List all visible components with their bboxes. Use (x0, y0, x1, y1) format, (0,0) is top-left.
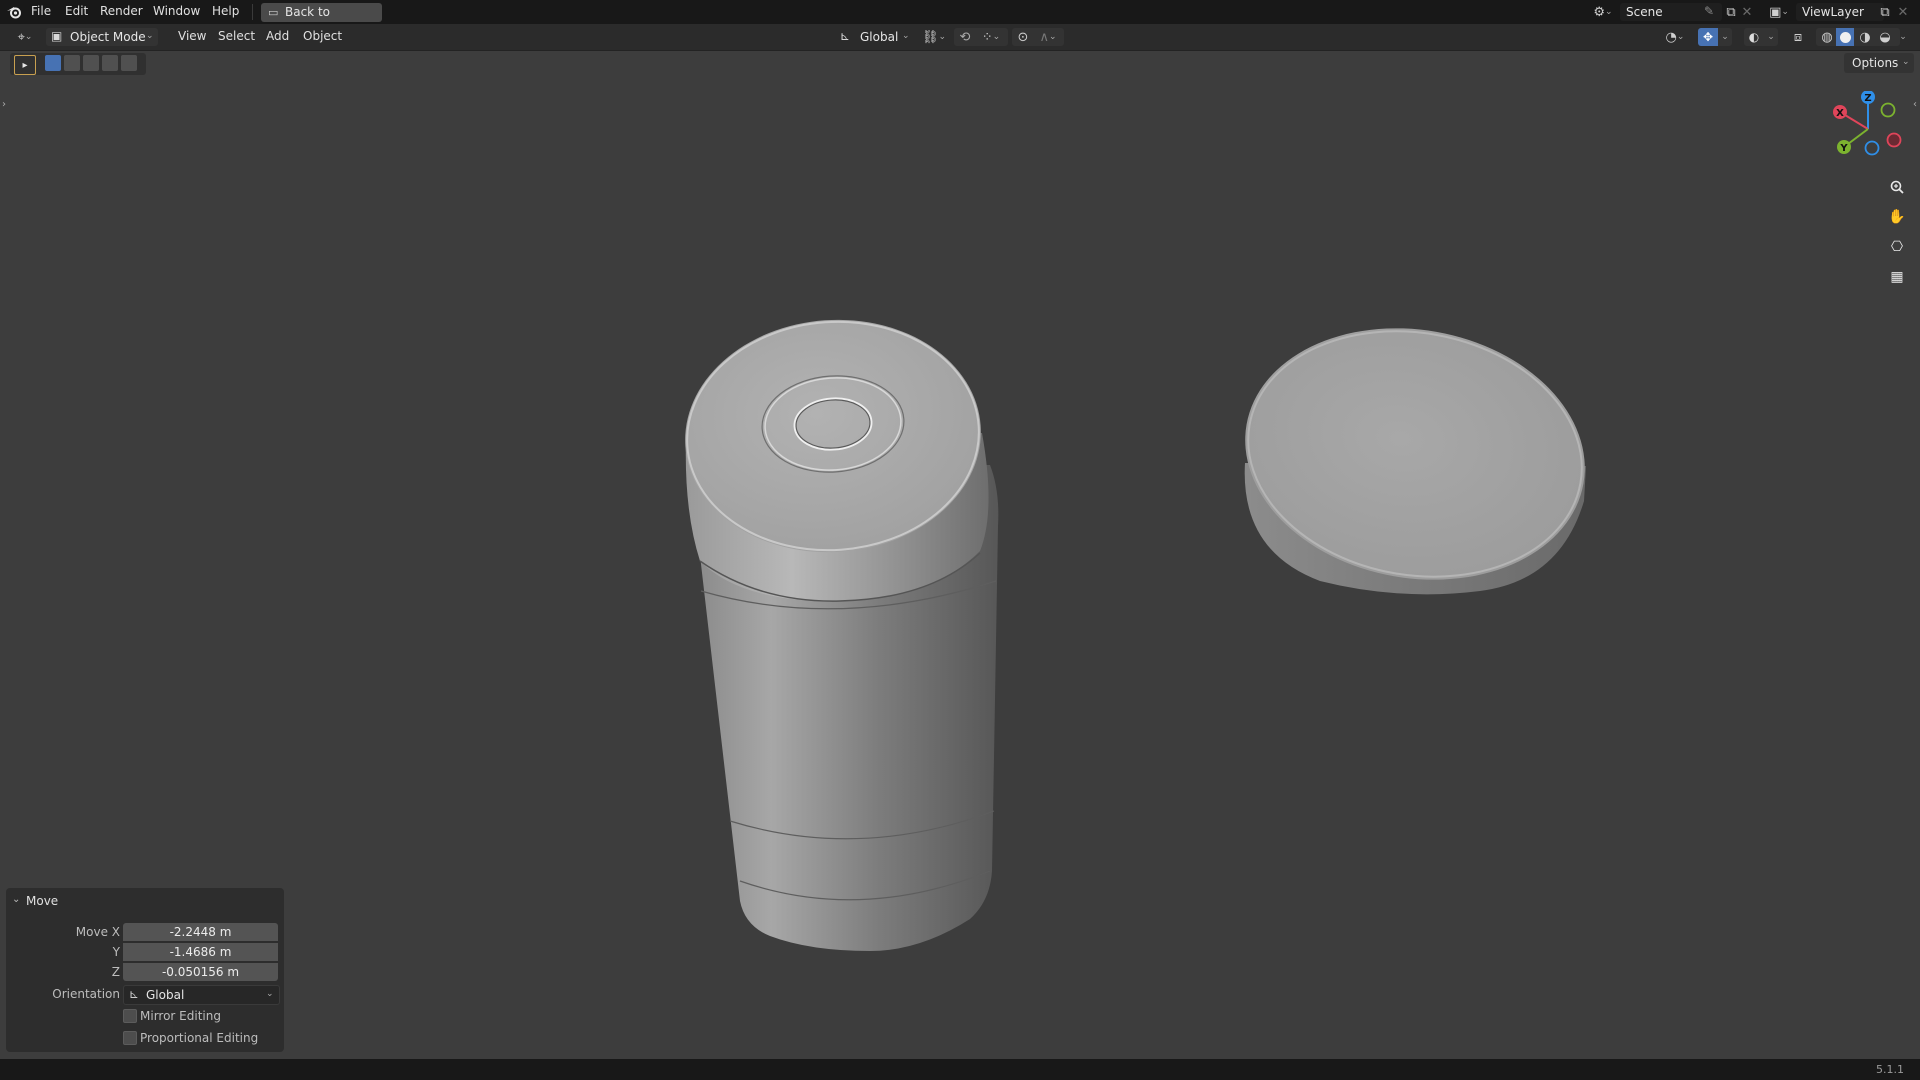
scene-icon[interactable]: ⚙ ⌄ (1588, 3, 1618, 21)
mirror-editing-checkbox[interactable] (123, 1009, 137, 1023)
top-bar: File Edit Render Window Help ▭ Back to P… (0, 0, 1920, 38)
blender-logo-icon[interactable] (4, 3, 24, 21)
visibility-icon[interactable]: ◔ ⌄ (1660, 28, 1690, 46)
snap-target-icon[interactable]: ⁘ ⌄ (976, 28, 1006, 46)
proportional-editing-label[interactable]: Proportional Editing (140, 1031, 258, 1045)
mode-dropdown[interactable]: ▣ Object Mode ⌄ (46, 28, 158, 46)
remove-view-layer-icon[interactable]: ✕ (1896, 3, 1910, 21)
gizmo-y-label: Y (1839, 143, 1848, 154)
orientation-dropdown[interactable]: ⊾ Global ⌄ (123, 985, 280, 1005)
orientation-label: Global (860, 30, 899, 44)
options-button[interactable]: Options ⌄ (1844, 53, 1914, 73)
overlays-dropdown-icon[interactable]: ⌄ (1764, 28, 1778, 46)
move-x-label: Move X (75, 925, 120, 939)
gizmo-neg-z-axis[interactable] (1864, 140, 1880, 156)
new-view-layer-icon[interactable]: ⧉ (1876, 3, 1894, 21)
camera-view-icon[interactable]: ⎔ (1886, 236, 1908, 258)
snap-toggle-icon[interactable]: ⟲ (956, 28, 974, 46)
object-mode-icon: ▣ (51, 29, 63, 43)
pan-hand-icon[interactable]: ✋ (1886, 206, 1908, 228)
version-label: 5.1.1 (1876, 1063, 1904, 1076)
screen-icon: ▭ (268, 6, 279, 19)
orientation-value: Global (146, 988, 185, 1002)
gizmo-toggle[interactable]: ✥ (1698, 28, 1718, 46)
new-scene-icon[interactable]: ⧉ (1722, 3, 1740, 21)
gizmo-z-label: Z (1864, 93, 1871, 104)
viewport-header: ⌖ ⌄ ▣ Object Mode ⌄ View Select Add Objec… (0, 24, 1920, 51)
view-layer-field[interactable]: ViewLayer (1796, 3, 1884, 21)
menu-file[interactable]: File (26, 3, 56, 20)
wireframe-shading-icon[interactable]: ◍ (1818, 28, 1836, 46)
menu-view[interactable]: View (173, 28, 211, 45)
scene-objects (685, 319, 1586, 951)
chevron-down-icon: ⌄ (146, 31, 154, 41)
solid-shading-icon[interactable] (1836, 28, 1854, 46)
mirror-editing-label[interactable]: Mirror Editing (140, 1009, 221, 1023)
separator (252, 4, 253, 20)
select-mode-new-icon[interactable] (45, 55, 61, 71)
proportional-editing-icon[interactable]: ⊙ (1014, 28, 1032, 46)
chevron-down-icon: ⌄ (266, 989, 274, 999)
menu-edit[interactable]: Edit (60, 3, 93, 20)
bottle-cap (685, 319, 989, 602)
navigation-gizmo[interactable]: Z X Y (1830, 91, 1906, 167)
operator-panel: ⌄ Move Move X -2.2448 m Y -1.4686 m Z -0… (6, 888, 284, 1052)
menu-window[interactable]: Window (148, 3, 205, 20)
options-label: Options (1852, 56, 1899, 70)
sidebar-expand-icon[interactable]: ‹ (1910, 97, 1920, 111)
orientation-label: Orientation (52, 987, 120, 1001)
select-mode-intersect-icon[interactable] (121, 55, 137, 71)
editor-type-icon[interactable]: ⌖ ⌄ (10, 28, 40, 46)
xray-toggle-icon[interactable]: ⧈ (1788, 28, 1808, 46)
orientation-icon: ⊾ (840, 29, 851, 43)
menu-help[interactable]: Help (207, 3, 244, 20)
move-y-label: Y (112, 945, 120, 959)
mode-label: Object Mode (70, 30, 146, 44)
orientation-icon: ⊾ (129, 987, 140, 1001)
perspective-grid-icon[interactable]: ▦ (1886, 266, 1908, 288)
menu-select[interactable]: Select (213, 28, 260, 45)
gizmo-x-label: X (1836, 108, 1844, 119)
gizmo-neg-y-axis[interactable] (1880, 102, 1896, 118)
toolbar-expand-icon[interactable]: › (0, 97, 8, 111)
chevron-down-icon: ⌄ (1902, 57, 1910, 67)
zoom-icon[interactable] (1886, 176, 1908, 198)
view-layer-icon[interactable]: ▣ ⌄ (1764, 3, 1794, 21)
falloff-icon[interactable]: ∧ ⌄ (1034, 28, 1062, 46)
rendered-shading-icon[interactable]: ◒ (1876, 28, 1894, 46)
chevron-down-icon: ⌄ (12, 894, 21, 905)
move-x-field[interactable]: -2.2448 m (123, 923, 278, 941)
select-mode-extend-icon[interactable] (64, 55, 80, 71)
select-mode-invert-icon[interactable] (102, 55, 118, 71)
proportional-editing-checkbox[interactable] (123, 1031, 137, 1045)
loose-lid (1244, 328, 1586, 595)
view-layer-name: ViewLayer (1802, 5, 1864, 19)
remove-scene-icon[interactable]: ✕ (1740, 3, 1754, 21)
menu-render[interactable]: Render (95, 3, 148, 20)
shading-dropdown-icon[interactable]: ⌄ (1896, 28, 1910, 46)
gizmo-neg-x-axis[interactable] (1886, 132, 1902, 148)
select-tool-icon[interactable]: ▸ (14, 55, 36, 75)
select-mode-subtract-icon[interactable] (83, 55, 99, 71)
3d-viewport[interactable]: ▸ Options ⌄ › ‹ Z X Y ✋ ⎔ ▦ ⌄ Move Move … (0, 51, 1920, 1059)
menu-add[interactable]: Add (261, 28, 294, 45)
status-bar: 5.1.1 (0, 1059, 1920, 1080)
scene-field[interactable]: Scene ✎ (1620, 3, 1722, 21)
chevron-down-icon: ⌄ (902, 31, 910, 41)
scene-name: Scene (1626, 5, 1663, 19)
gizmo-dropdown-icon[interactable]: ⌄ (1718, 28, 1732, 46)
menu-object[interactable]: Object (298, 28, 347, 45)
overlays-toggle[interactable]: ◐ (1744, 28, 1764, 46)
move-z-label: Z (111, 965, 120, 979)
pivot-point-icon[interactable]: ⛓ ⌄ (920, 28, 948, 46)
transform-orientation-dropdown[interactable]: ⊾ Global ⌄ (836, 28, 914, 46)
material-shading-icon[interactable]: ◑ (1856, 28, 1874, 46)
back-to-previous-button[interactable]: ▭ Back to Previous (261, 3, 382, 38)
move-z-field[interactable]: -0.050156 m (123, 963, 278, 981)
operator-panel-header[interactable]: ⌄ Move (12, 894, 212, 910)
move-y-field[interactable]: -1.4686 m (123, 943, 278, 961)
operator-title: Move (26, 894, 59, 908)
pin-icon: ✎ (1704, 4, 1715, 18)
